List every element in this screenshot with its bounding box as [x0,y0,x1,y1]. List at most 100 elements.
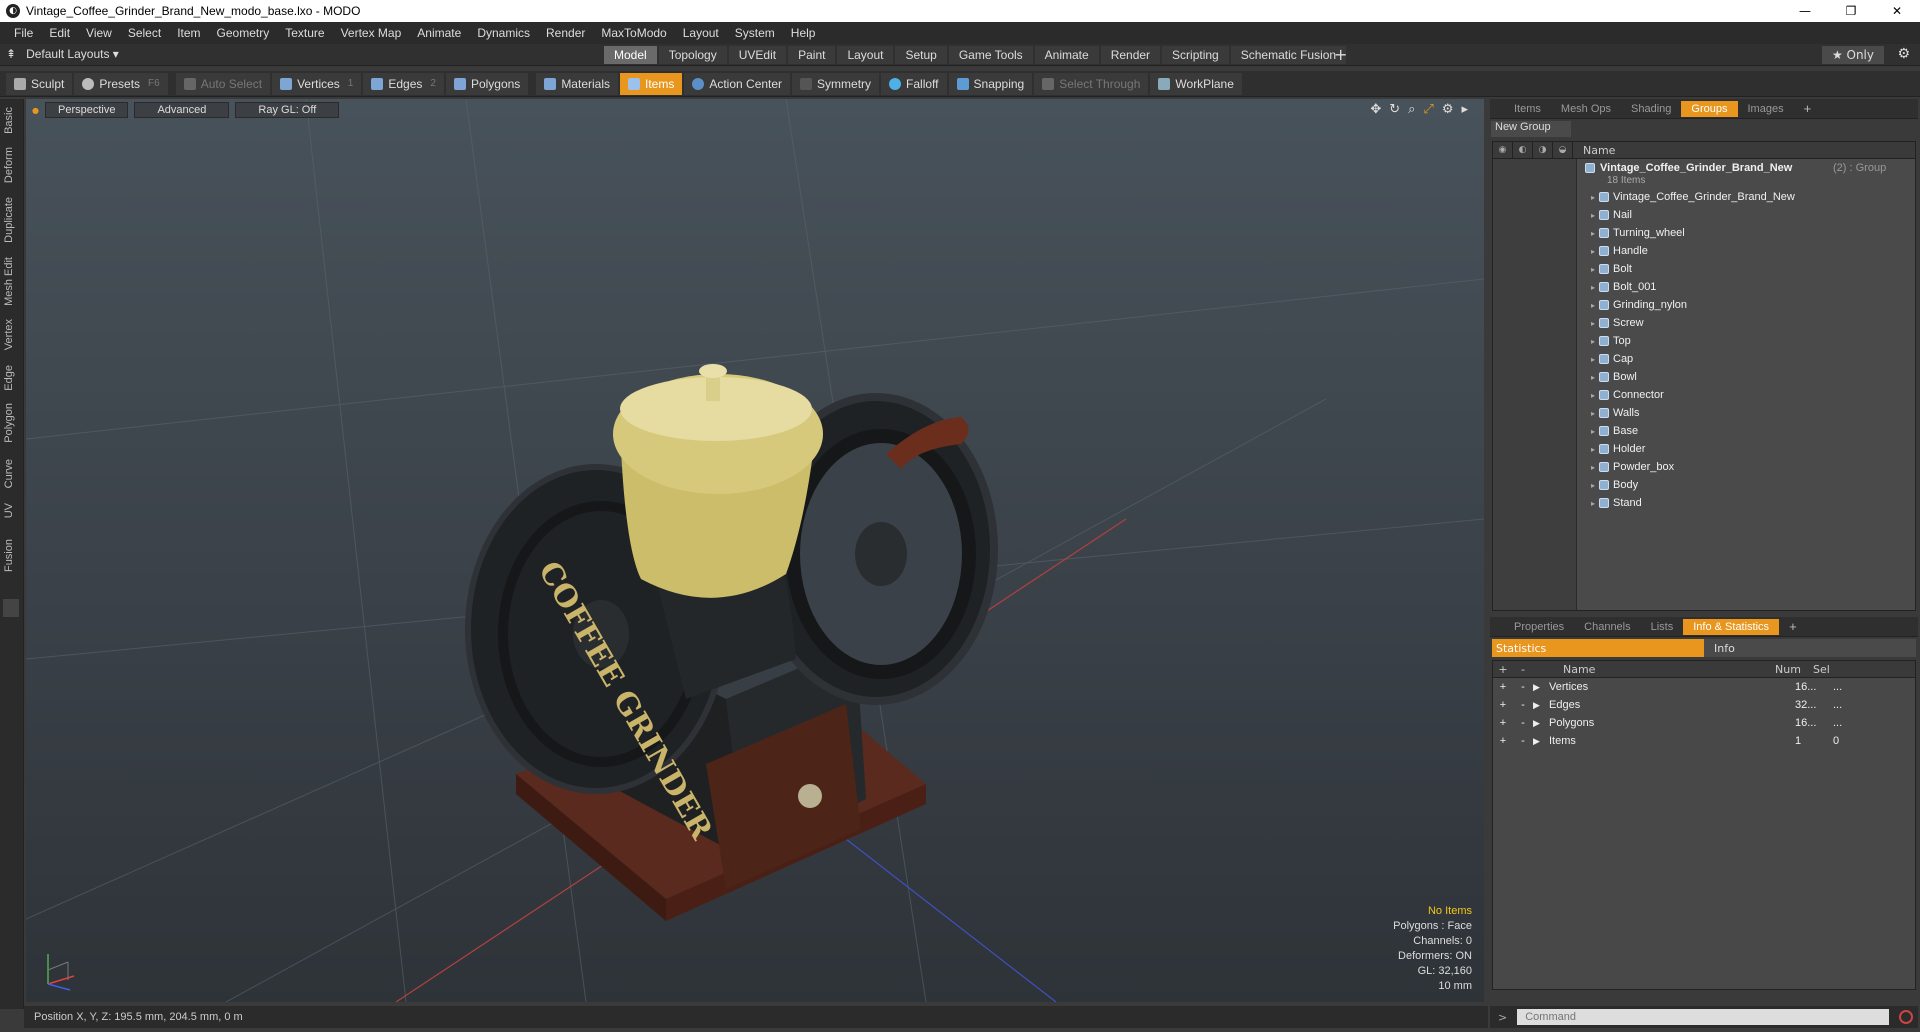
remove-icon[interactable]: - [1513,717,1533,729]
presets-button[interactable]: Presets F6 [74,72,168,95]
3d-viewport[interactable]: COFFEE GRINDER ● Perspective Advanced Ra… [26,99,1484,1002]
menu-render[interactable]: Render [538,26,593,40]
tab-setup[interactable]: Setup [895,46,947,64]
expand-icon[interactable]: ▸ [1591,229,1595,238]
expand-icon[interactable]: ▸ [1591,247,1595,256]
tab-scripting[interactable]: Scripting [1162,46,1229,64]
minimize-button[interactable]: — [1782,0,1828,22]
tab-shading[interactable]: Shading [1621,101,1681,117]
new-group-button[interactable]: New Group [1491,121,1571,137]
raygl-button[interactable]: Ray GL: Off [235,102,340,118]
list-item[interactable]: ▸ Top [1493,332,1915,350]
expand-icon[interactable]: ▸ [1591,193,1595,202]
menu-texture[interactable]: Texture [277,26,332,40]
menu-maxtomodo[interactable]: MaxToModo [593,26,674,40]
tab-uv[interactable]: UV [3,503,15,518]
table-row[interactable]: + - ▶ Items 1 0 [1493,732,1915,750]
materials-button[interactable]: Materials [536,72,618,95]
tab-render[interactable]: Render [1100,46,1161,64]
menu-layout[interactable]: Layout [675,26,727,40]
command-input[interactable] [1517,1009,1890,1025]
expand-icon[interactable]: ▶ [1533,718,1547,729]
list-item[interactable]: ▸ Grinding_nylon [1493,296,1915,314]
list-item[interactable]: ▸ Holder [1493,440,1915,458]
lock-icon[interactable]: ◐ [1513,141,1533,159]
expand-icon[interactable]: ▶ [1533,700,1547,711]
expand-icon[interactable]: ▸ [1591,499,1595,508]
menu-geometry[interactable]: Geometry [209,26,278,40]
menu-item[interactable]: Item [169,26,208,40]
tab-info-statistics[interactable]: Info & Statistics [1683,618,1780,635]
expand-icon[interactable]: ▸ [1591,427,1595,436]
expand-icon[interactable]: ▸ [1591,373,1595,382]
expand-icon[interactable]: ▸ [1591,283,1595,292]
snapping-button[interactable]: Snapping [948,72,1033,95]
menu-edit[interactable]: Edit [41,26,78,40]
workplane-button[interactable]: WorkPlane [1150,72,1242,95]
tab-uvedit[interactable]: UVEdit [728,46,787,64]
maximize-button[interactable]: ❐ [1828,0,1874,22]
menu-animate[interactable]: Animate [409,26,469,40]
expand-icon[interactable]: ▸ [1591,445,1595,454]
statistics-tab[interactable]: Statistics [1492,639,1704,657]
tab-game-tools[interactable]: Game Tools [948,46,1033,64]
list-item[interactable]: ▸ Screw [1493,314,1915,332]
tab-mesh-edit[interactable]: Mesh Edit [3,257,15,306]
tab-curve[interactable]: Curve [3,459,15,488]
tab-vertex[interactable]: Vertex [3,319,15,350]
select-icon[interactable]: ◒ [1553,141,1573,159]
tab-lists[interactable]: Lists [1641,619,1684,635]
menu-vertex-map[interactable]: Vertex Map [333,26,410,40]
expand-icon[interactable]: ▸ [1591,481,1595,490]
expand-icon[interactable]: ▸ [1591,319,1595,328]
menu-help[interactable]: Help [783,26,824,40]
tab-duplicate[interactable]: Duplicate [3,197,15,243]
list-item[interactable]: ▸ Vintage_Coffee_Grinder_Brand_New [1493,188,1915,206]
list-item[interactable]: ▸ Powder_box [1493,458,1915,476]
collapse-handle[interactable] [3,599,19,617]
viewport-settings-icon[interactable]: ⚙ [1442,102,1454,117]
table-row[interactable]: + - ▶ Vertices 16...... [1493,678,1915,696]
list-item[interactable]: ▸ Bolt_001 [1493,278,1915,296]
table-row[interactable]: + - ▶ Edges 32...... [1493,696,1915,714]
advanced-button[interactable]: Advanced [134,102,230,118]
expand-icon[interactable]: ▶ [1533,682,1547,693]
list-item[interactable]: ▸ Base [1493,422,1915,440]
expand-icon[interactable]: ▸ [1591,355,1595,364]
expand-icon[interactable]: ▸ [1591,301,1595,310]
tab-images[interactable]: Images [1738,101,1794,117]
add-tab-icon[interactable]: + [1794,99,1822,118]
auto-select-button[interactable]: Auto Select [175,72,271,95]
table-row[interactable]: + - ▶ Polygons 16...... [1493,714,1915,732]
add-icon[interactable]: + [1493,735,1513,747]
tab-mesh-ops[interactable]: Mesh Ops [1551,101,1621,117]
list-item[interactable]: ▸ Stand [1493,494,1915,512]
select-through-button[interactable]: Select Through [1034,72,1149,95]
remove-icon[interactable]: - [1513,681,1533,693]
list-item[interactable]: ▸ Turning_wheel [1493,224,1915,242]
sculpt-button[interactable]: Sculpt [6,72,73,95]
expand-icon[interactable]: ▸ [1591,463,1595,472]
render-icon[interactable]: ◑ [1533,141,1553,159]
tab-groups[interactable]: Groups [1681,100,1738,117]
tab-items[interactable]: Items [1504,101,1551,117]
tab-schematic-fusion[interactable]: Schematic Fusion [1230,46,1347,64]
list-item[interactable]: ▸ Handle [1493,242,1915,260]
expand-icon[interactable]: ▶ [1533,736,1547,747]
only-button[interactable]: ★ Only [1821,46,1884,64]
list-item[interactable]: ▸ Body [1493,476,1915,494]
tab-basic[interactable]: Basic [3,107,15,134]
remove-icon[interactable]: - [1513,699,1533,711]
menu-dynamics[interactable]: Dynamics [469,26,538,40]
menu-select[interactable]: Select [120,26,169,40]
expand-arrow-icon[interactable]: ▸ [1461,102,1468,117]
polygons-button[interactable]: Polygons [445,72,529,95]
perspective-button[interactable]: Perspective [44,102,129,118]
tab-model[interactable]: Model [604,46,657,64]
falloff-button[interactable]: Falloff [881,72,947,95]
zoom-icon[interactable]: ⌕ [1408,102,1415,117]
add-tab-icon[interactable]: + [1779,617,1807,636]
list-item[interactable]: ▸ Bolt [1493,260,1915,278]
tab-animate[interactable]: Animate [1034,46,1099,64]
tab-layout[interactable]: Layout [837,46,894,64]
